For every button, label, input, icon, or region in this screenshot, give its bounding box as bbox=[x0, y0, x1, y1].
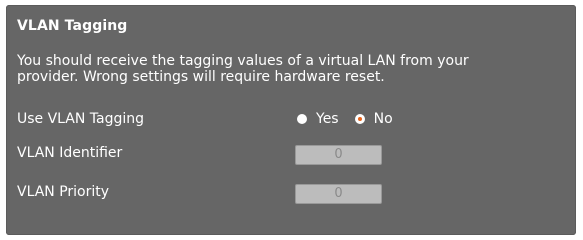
radio-yes-label: Yes bbox=[316, 111, 339, 127]
vlan-priority-label: VLAN Priority bbox=[17, 184, 110, 200]
radio-no-label: No bbox=[373, 111, 393, 127]
section-description: You should receive the tagging values of… bbox=[17, 53, 557, 85]
description-line-2: provider. Wrong settings will require ha… bbox=[17, 69, 385, 85]
description-line-1: You should receive the tagging values of… bbox=[17, 53, 469, 69]
section-title: VLAN Tagging bbox=[17, 18, 128, 34]
vlan-identifier-label: VLAN Identifier bbox=[17, 145, 123, 161]
use-vlan-tagging-radio-group: Yes No bbox=[297, 111, 409, 127]
use-vlan-tagging-label: Use VLAN Tagging bbox=[17, 111, 145, 127]
radio-yes-circle[interactable] bbox=[297, 114, 307, 124]
vlan-priority-input[interactable]: 0 bbox=[295, 184, 382, 204]
vlan-identifier-input[interactable]: 0 bbox=[295, 145, 382, 165]
radio-no-circle[interactable] bbox=[354, 114, 365, 124]
page-frame: VLAN Tagging You should receive the tagg… bbox=[0, 0, 583, 240]
radio-yes[interactable]: Yes bbox=[297, 111, 339, 127]
radio-no[interactable]: No bbox=[354, 111, 393, 127]
